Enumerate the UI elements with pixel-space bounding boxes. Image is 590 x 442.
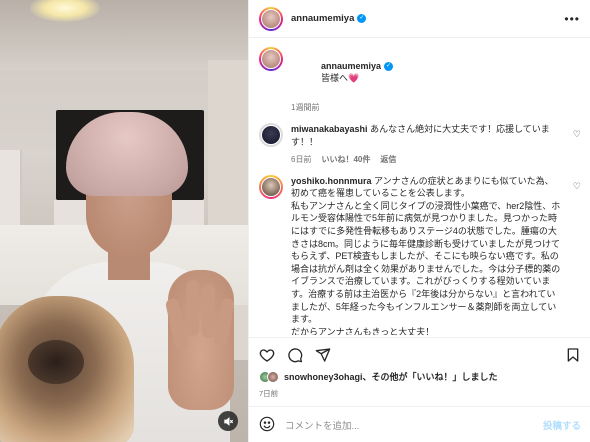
post-details-panel: annaumemiya ✓ ••• annaumemiya ✓ 皆様へ💗 1週間前: [248, 0, 590, 442]
commenter-username[interactable]: miwanakabayashi: [291, 124, 368, 134]
comment-like-heart-icon[interactable]: ♡: [573, 181, 581, 192]
emoji-icon[interactable]: [259, 416, 275, 434]
dog-face: [28, 340, 84, 384]
speaker-muted-icon[interactable]: [218, 411, 238, 431]
caption: annaumemiya ✓ 皆様へ💗 1週間前: [259, 47, 581, 113]
comment-like-heart-icon[interactable]: ♡: [573, 129, 581, 140]
action-bar: [249, 337, 590, 371]
add-comment-bar: コメントを追加... 投稿する: [249, 406, 590, 442]
more-options-icon[interactable]: •••: [564, 12, 580, 26]
pink-heart-emoji: 💗: [348, 73, 360, 84]
comments-list[interactable]: annaumemiya ✓ 皆様へ💗 1週間前 miwanakabayashi あ…: [249, 39, 590, 335]
comment-likes[interactable]: いいね！40件: [321, 154, 370, 165]
finger: [202, 284, 215, 338]
commenter-username[interactable]: yoshiko.honnmura: [291, 176, 372, 186]
comment-input[interactable]: コメントを追加...: [285, 418, 359, 432]
comment-item: miwanakabayashi あんなさん絶対に大丈夫です！応援しています！！ …: [259, 123, 581, 164]
others-liked-text[interactable]: 、その他が「いいね！」しました: [363, 372, 498, 382]
comment-icon[interactable]: [287, 347, 303, 363]
post-video[interactable]: [0, 0, 248, 442]
instagram-post-dialog: annaumemiya ✓ ••• annaumemiya ✓ 皆様へ💗 1週間前: [0, 0, 590, 442]
verified-badge-icon: ✓: [357, 14, 367, 23]
comment-time[interactable]: 6日前: [291, 154, 311, 165]
liker-username[interactable]: snowhoney3ohagi: [284, 372, 363, 382]
author-avatar[interactable]: [259, 6, 283, 31]
finger: [186, 280, 199, 336]
reply-button[interactable]: 返信: [380, 154, 396, 165]
post-header: annaumemiya ✓ •••: [249, 0, 590, 38]
share-icon[interactable]: [315, 347, 331, 363]
caption-time[interactable]: 1週間前: [291, 102, 319, 113]
caption-avatar[interactable]: [259, 47, 283, 71]
caption-username[interactable]: annaumemiya: [321, 61, 381, 71]
liker-avatar: [267, 370, 279, 383]
likes-summary: snowhoney3ohagi、その他が「いいね！」しました: [259, 370, 498, 383]
bookmark-icon[interactable]: [565, 347, 581, 363]
comment-item: yoshiko.honnmura アンナさんの症状とあまりにも似ていた為、 初め…: [259, 174, 581, 335]
author-username[interactable]: annaumemiya: [291, 13, 354, 24]
post-date[interactable]: 7日前: [259, 388, 278, 399]
heart-icon[interactable]: [259, 347, 275, 363]
commenter-avatar[interactable]: [259, 174, 283, 199]
caption-text: 皆様へ: [321, 73, 349, 84]
verified-badge-icon: ✓: [384, 61, 394, 71]
commenter-avatar[interactable]: [259, 123, 283, 148]
post-comment-button[interactable]: 投稿する: [543, 418, 581, 432]
comment-text: アンナさんの症状とあまりにも似ていた為、 初めて癌を罹患していることを公表します…: [291, 175, 561, 335]
